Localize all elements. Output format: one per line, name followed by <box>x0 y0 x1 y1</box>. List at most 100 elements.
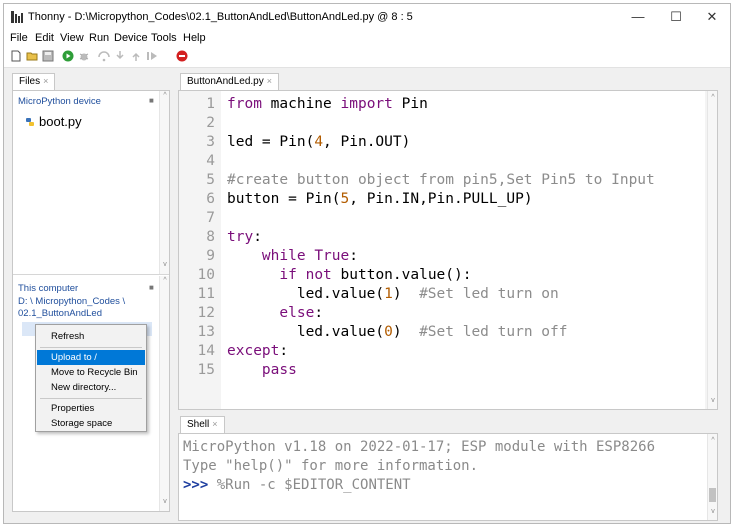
step-over-icon[interactable] <box>98 50 110 62</box>
menu-item-properties[interactable]: Properties <box>37 401 145 416</box>
new-file-icon[interactable] <box>10 50 22 62</box>
menu-item-storage-space[interactable]: Storage space <box>37 416 145 431</box>
scroll-up-icon[interactable]: ^ <box>708 94 718 101</box>
menu-item-upload[interactable]: Upload to / <box>37 350 145 365</box>
code-line: led.value(1) #Set led turn on <box>227 286 559 302</box>
code-line: except: <box>227 343 289 359</box>
debug-icon[interactable] <box>78 50 90 62</box>
section-menu-icon[interactable]: ■ <box>149 283 154 292</box>
shell-output-line: MicroPython v1.18 on 2022-01-17; ESP mod… <box>183 439 656 455</box>
save-icon[interactable] <box>42 50 54 62</box>
line-number: 11 <box>197 286 215 302</box>
scroll-down-icon[interactable]: v <box>708 508 718 515</box>
code-line: try: <box>227 229 262 245</box>
computer-scrollbar[interactable]: ^ v <box>159 276 169 511</box>
maximize-button[interactable]: ☐ <box>658 4 694 30</box>
menu-separator <box>40 398 142 399</box>
thonny-logo-icon <box>11 11 23 23</box>
tab-files-label: Files <box>19 76 41 87</box>
device-scrollbar[interactable]: ^ v <box>159 91 169 274</box>
code-line: led.value(0) #Set led turn off <box>227 324 568 340</box>
code-line: button = Pin(5, Pin.IN,Pin.PULL_UP) <box>227 191 533 207</box>
scroll-down-icon[interactable]: v <box>708 397 718 404</box>
line-number: 9 <box>206 248 215 264</box>
tab-editor-file[interactable]: ButtonAndLed.py × <box>180 73 279 90</box>
path-part[interactable]: D: \ Micropython_Codes \ <box>18 296 125 307</box>
step-into-icon[interactable] <box>114 50 126 62</box>
scroll-down-icon[interactable]: v <box>160 261 170 268</box>
editor-tab-label: ButtonAndLed.py <box>187 76 264 87</box>
divider <box>13 274 169 275</box>
shell-tab-label: Shell <box>187 419 210 430</box>
path-part[interactable]: 02.1_ButtonAndLed <box>18 308 102 319</box>
stop-icon[interactable] <box>176 50 188 62</box>
title-bar: Thonny - D:\Micropython_Codes\02.1_Butto… <box>4 4 730 30</box>
menu-item-refresh[interactable]: Refresh <box>37 329 145 344</box>
menu-item-new-directory[interactable]: New directory... <box>37 380 145 395</box>
device-section-title: MicroPython device <box>18 96 101 107</box>
section-menu-icon[interactable]: ■ <box>149 96 154 105</box>
code-editor[interactable]: 1 2 3 4 5 6 7 8 9 10 11 12 13 14 15 from… <box>178 90 718 410</box>
scroll-up-icon[interactable]: ^ <box>160 92 170 99</box>
close-button[interactable]: ✕ <box>694 4 730 30</box>
minimize-button[interactable]: — <box>620 4 656 30</box>
menu-device[interactable]: Device <box>114 32 148 44</box>
line-number: 14 <box>197 343 215 359</box>
shell-command: %Run -c $EDITOR_CONTENT <box>208 477 411 493</box>
close-tab-icon[interactable]: × <box>267 76 272 86</box>
line-number: 6 <box>206 191 215 207</box>
menu-view[interactable]: View <box>60 32 84 44</box>
shell-prompt: >>> <box>183 477 209 493</box>
line-number-gutter: 1 2 3 4 5 6 7 8 9 10 11 12 13 14 15 <box>179 91 221 409</box>
menu-tools[interactable]: Tools <box>151 32 177 44</box>
line-number: 1 <box>206 96 215 112</box>
menu-separator <box>40 347 142 348</box>
open-folder-icon[interactable] <box>26 50 38 62</box>
line-number: 2 <box>206 115 215 131</box>
line-number: 8 <box>206 229 215 245</box>
shell-output-line: Type "help()" for more information. <box>183 458 479 474</box>
code-line: pass <box>261 362 297 378</box>
step-out-icon[interactable] <box>130 50 142 62</box>
computer-section-title: This computer <box>18 283 79 294</box>
menu-item-move-to-recycle-bin[interactable]: Move to Recycle Bin <box>37 365 145 380</box>
line-number: 3 <box>206 134 215 150</box>
scroll-thumb[interactable] <box>709 488 716 502</box>
thonny-window: Thonny - D:\Micropython_Codes\02.1_Butto… <box>3 3 731 524</box>
file-name: boot.py <box>39 114 82 129</box>
line-number: 4 <box>206 153 215 169</box>
menu-bar: File Edit View Run Device Tools Help <box>4 30 730 46</box>
close-tab-icon[interactable]: × <box>212 419 217 429</box>
context-menu: Refresh Upload to / Move to Recycle Bin … <box>35 324 147 432</box>
scroll-down-icon[interactable]: v <box>160 498 170 505</box>
line-number: 12 <box>197 305 215 321</box>
toolbar <box>4 46 730 68</box>
shell-panel[interactable]: MicroPython v1.18 on 2022-01-17; ESP mod… <box>178 433 718 521</box>
shell-scrollbar[interactable]: ^ v <box>707 434 717 520</box>
resume-icon[interactable] <box>146 50 158 62</box>
close-tab-icon[interactable]: × <box>43 76 48 86</box>
shell-command-line[interactable]: >>> %Run -c $EDITOR_CONTENT <box>183 477 411 493</box>
line-number: 15 <box>197 362 215 378</box>
scroll-up-icon[interactable]: ^ <box>708 437 718 444</box>
run-icon[interactable] <box>62 50 74 62</box>
tab-files[interactable]: Files × <box>12 73 56 90</box>
editor-scrollbar[interactable]: ^ v <box>707 91 717 409</box>
menu-run[interactable]: Run <box>89 32 109 44</box>
menu-help[interactable]: Help <box>183 32 206 44</box>
line-number: 13 <box>197 324 215 340</box>
line-number: 10 <box>197 267 215 283</box>
files-panel: MicroPython device ■ ^ v boot.py This co… <box>12 90 170 512</box>
menu-edit[interactable]: Edit <box>35 32 54 44</box>
tab-shell[interactable]: Shell × <box>180 416 225 433</box>
code-line: #create button object from pin5,Set Pin5… <box>227 172 655 188</box>
scroll-up-icon[interactable]: ^ <box>160 277 170 284</box>
line-number: 5 <box>206 172 215 188</box>
code-text-area[interactable]: from machine import Pin led = Pin(4, Pin… <box>221 91 705 409</box>
code-line: from machine import Pin <box>227 96 428 112</box>
code-line: while True: <box>261 248 358 264</box>
code-line: led = Pin(4, Pin.OUT) <box>227 134 411 150</box>
window-title: Thonny - D:\Micropython_Codes\02.1_Butto… <box>28 11 413 23</box>
code-line: if not button.value(): <box>279 267 472 283</box>
menu-file[interactable]: File <box>10 32 28 44</box>
